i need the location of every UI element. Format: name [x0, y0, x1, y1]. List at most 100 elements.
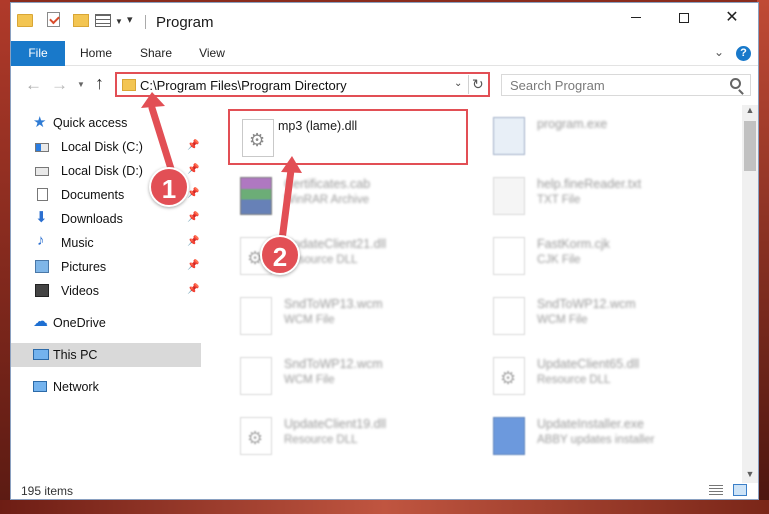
file-type: WinRAR Archive	[284, 194, 369, 206]
music-icon: ♪	[37, 232, 45, 249]
sidebar-item-label: Local Disk (C:)	[61, 140, 143, 154]
text-file-icon	[493, 297, 525, 335]
minimize-button[interactable]	[613, 3, 659, 33]
sidebar-item-label: Videos	[61, 284, 99, 298]
dll-file-icon	[493, 357, 525, 395]
search-icon[interactable]	[730, 78, 741, 89]
tab-file[interactable]: File	[11, 41, 65, 66]
customize-toolbar-icon[interactable]: ▾	[127, 13, 133, 26]
sidebar-item-local-disk-c[interactable]: Local Disk (C:) 📌	[11, 135, 201, 159]
tab-home[interactable]: Home	[69, 41, 123, 66]
file-type: ABBY updates installer	[537, 434, 655, 446]
vertical-scrollbar[interactable]: ▲ ▼	[742, 105, 758, 483]
sidebar-item-label: Quick access	[53, 116, 128, 130]
navigation-bar: ← → ▼ ↑ C:\Program Files\Program Directo…	[11, 67, 758, 103]
pin-icon[interactable]: 📌	[187, 236, 199, 247]
address-separator	[468, 75, 469, 94]
expand-ribbon-icon[interactable]: ⌄	[714, 45, 724, 59]
up-arrow-icon[interactable]: ↑	[95, 73, 104, 94]
sidebar-item-label: Downloads	[61, 212, 123, 226]
new-folder-icon[interactable]	[73, 14, 89, 27]
explorer-window: ▼ ▾ Program ✕ File Home Share View ⌄ ? ←…	[10, 2, 759, 500]
file-type: WCM File	[284, 314, 335, 326]
file-type: Resource DLL	[284, 434, 358, 446]
forward-arrow-icon[interactable]: →	[51, 75, 68, 95]
file-tile[interactable]: program.exe	[481, 109, 721, 165]
pc-icon	[33, 349, 49, 360]
address-path[interactable]: C:\Program Files\Program Directory	[140, 78, 347, 93]
drive-icon	[35, 167, 49, 176]
chevron-down-icon[interactable]: ▼	[115, 17, 123, 26]
file-name: UpdateInstaller.exe	[537, 417, 645, 431]
close-button[interactable]: ✕	[709, 3, 755, 33]
annotation-callout-1: 1	[149, 167, 189, 207]
file-tile[interactable]: SndToWP12.wcm WCM File	[228, 349, 468, 405]
scroll-thumb[interactable]	[744, 121, 756, 171]
file-name: mp3 (lame).dll	[278, 119, 358, 133]
drive-icon	[35, 143, 49, 152]
pin-icon[interactable]: 📌	[187, 140, 199, 151]
desktop-background-left	[0, 0, 10, 514]
file-name: Certificates.cab	[284, 177, 371, 191]
download-icon: ⬇	[35, 209, 48, 226]
properties-icon[interactable]	[47, 12, 60, 27]
file-type: Resource DLL	[537, 374, 611, 386]
sidebar-item-label: Local Disk (D:)	[61, 164, 143, 178]
file-tile[interactable]: UpdateClient65.dll Resource DLL	[481, 349, 721, 405]
pin-icon[interactable]: 📌	[187, 284, 199, 295]
file-tile[interactable]: Certificates.cab WinRAR Archive	[228, 169, 468, 225]
sidebar-item-network[interactable]: Network	[11, 375, 201, 399]
network-icon	[33, 381, 47, 392]
file-tile[interactable]: UpdateClient19.dll Resource DLL	[228, 409, 468, 465]
tab-view[interactable]: View	[187, 41, 237, 66]
file-name: UpdateClient65.dll	[537, 357, 640, 371]
search-input[interactable]: Search Program	[501, 74, 751, 96]
scroll-up-icon[interactable]: ▲	[742, 105, 758, 119]
sidebar-item-pictures[interactable]: Pictures 📌	[11, 255, 201, 279]
file-type: WCM File	[284, 374, 335, 386]
address-bar[interactable]: C:\Program Files\Program Directory ⌄ ↻	[115, 72, 490, 97]
folder-icon	[17, 14, 33, 27]
sidebar-item-onedrive[interactable]: ☁ OneDrive	[11, 311, 201, 335]
recent-locations-icon[interactable]: ▼	[77, 80, 85, 89]
sidebar-item-downloads[interactable]: ⬇ Downloads 📌	[11, 207, 201, 231]
text-file-icon	[240, 297, 272, 335]
sidebar-item-label: Music	[61, 236, 94, 250]
help-icon[interactable]: ?	[736, 46, 751, 61]
file-tile[interactable]: UpdateInstaller.exe ABBY updates install…	[481, 409, 721, 465]
file-name: program.exe	[537, 117, 608, 131]
ribbon-tabs: File Home Share View ⌄ ?	[11, 41, 758, 66]
sidebar-item-label: This PC	[53, 348, 98, 362]
sidebar-item-this-pc[interactable]: This PC	[11, 343, 201, 367]
tiles-view-icon[interactable]	[733, 484, 747, 496]
address-dropdown-icon[interactable]: ⌄	[454, 78, 462, 89]
view-options-icon[interactable]	[95, 14, 111, 27]
folder-icon	[122, 79, 136, 91]
file-name: SndToWP12.wcm	[284, 357, 383, 371]
pin-icon[interactable]: 📌	[187, 260, 199, 271]
file-tile[interactable]: help.fineReader.txt TXT File	[481, 169, 721, 225]
file-tile[interactable]: SndToWP13.wcm WCM File	[228, 289, 468, 345]
pin-icon[interactable]: 📌	[187, 212, 199, 223]
text-file-icon	[493, 237, 525, 275]
sidebar-item-videos[interactable]: Videos 📌	[11, 279, 201, 303]
minimize-icon	[631, 17, 641, 19]
file-tile[interactable]: SndToWP12.wcm WCM File	[481, 289, 721, 345]
installer-file-icon	[493, 417, 525, 455]
details-view-icon[interactable]	[709, 485, 723, 496]
desktop-background-bottom	[0, 500, 769, 514]
file-tile[interactable]: mp3 (lame).dll	[228, 109, 468, 165]
dll-file-icon	[242, 119, 274, 157]
sidebar-item-label: OneDrive	[53, 316, 106, 330]
file-type: TXT File	[537, 194, 581, 206]
refresh-icon[interactable]: ↻	[472, 76, 484, 93]
sidebar-item-quick-access[interactable]: ★ Quick access	[11, 111, 201, 135]
sidebar-item-music[interactable]: ♪ Music 📌	[11, 231, 201, 255]
tab-share[interactable]: Share	[129, 41, 183, 66]
file-tile[interactable]: FastKorm.cjk CJK File	[481, 229, 721, 285]
pin-icon[interactable]: 📌	[187, 164, 199, 175]
back-arrow-icon[interactable]: ←	[25, 75, 42, 95]
pin-icon[interactable]: 📌	[187, 188, 199, 199]
status-bar: 195 items	[11, 481, 758, 499]
maximize-button[interactable]	[661, 3, 707, 33]
